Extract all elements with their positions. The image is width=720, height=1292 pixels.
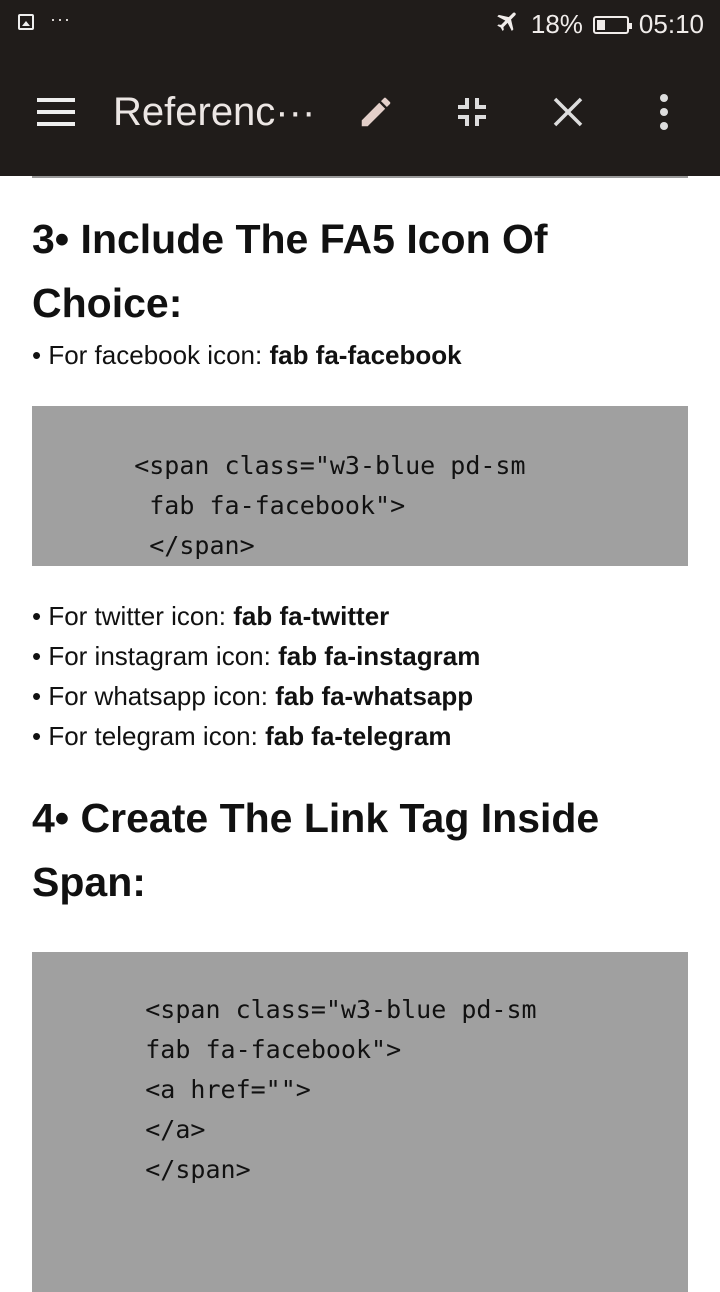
code-line: </a> — [70, 1115, 206, 1144]
airplane-mode-icon — [495, 8, 521, 41]
code-line: fab fa-facebook"> — [74, 491, 406, 520]
bullet-label: • For whatsapp icon: — [32, 681, 276, 711]
section-4-heading: 4• Create The Link Tag Inside Span: — [32, 786, 688, 914]
image-notification-icon — [18, 14, 34, 30]
clock: 05:10 — [638, 9, 704, 39]
battery-icon — [592, 15, 632, 34]
code-block: <span class="w3-blue pd-sm fab fa-facebo… — [32, 952, 688, 1292]
toolbar-title[interactable]: Referenc··· — [113, 48, 323, 176]
code-line: <span class="w3-blue pd-sm — [74, 451, 526, 480]
status-bar: ··· 18% 05:10 — [0, 0, 720, 48]
list-item-telegram: • For telegram icon: fab fa-telegram — [32, 716, 688, 756]
list-item-instagram: • For instagram icon: fab fa-instagram — [32, 636, 688, 676]
bullet-label: • For instagram icon: — [32, 641, 279, 671]
code-line: </span> — [70, 1155, 251, 1184]
more-notifications-indicator: ··· — [50, 9, 71, 29]
bullet-label: • For facebook icon: — [32, 340, 270, 370]
heading-line: 4• Create The Link Tag Inside — [32, 795, 600, 841]
heading-line: 3• Include The FA5 Icon Of — [32, 216, 548, 262]
edit-pencil-icon[interactable] — [352, 48, 400, 176]
bullet-label: • For telegram icon: — [32, 721, 266, 751]
exit-fullscreen-icon[interactable] — [448, 48, 496, 176]
overflow-menu-icon[interactable] — [640, 48, 688, 176]
menu-icon[interactable] — [28, 48, 84, 176]
section-3-heading: 3• Include The FA5 Icon Of Choice: — [32, 207, 688, 335]
close-icon[interactable] — [544, 48, 592, 176]
bullet-value: fab fa-whatsapp — [275, 681, 474, 711]
heading-line: Choice: — [32, 280, 183, 326]
list-item-whatsapp: • For whatsapp icon: fab fa-whatsapp — [32, 676, 688, 716]
bullet-value: fab fa-twitter — [233, 601, 390, 631]
code-block: <span class="w3-blue pd-sm fab fa-facebo… — [32, 406, 688, 566]
battery-percent: 18% — [530, 9, 583, 39]
article-content: 3• Include The FA5 Icon Of Choice: • For… — [32, 178, 688, 1292]
code-line: fab fa-facebook"> — [70, 1035, 402, 1064]
bullet-value: fab fa-instagram — [278, 641, 481, 671]
bullet-value: fab fa-telegram — [265, 721, 452, 751]
code-line: </span> — [74, 531, 255, 560]
code-line: <span class="w3-blue pd-sm — [70, 995, 537, 1024]
heading-line: Span: — [32, 859, 146, 905]
bullet-value: fab fa-facebook — [269, 340, 462, 370]
bullet-label: • For twitter icon: — [32, 601, 234, 631]
list-item-twitter: • For twitter icon: fab fa-twitter — [32, 596, 688, 636]
code-line: <a href=""> — [70, 1075, 311, 1104]
list-item-facebook: • For facebook icon: fab fa-facebook — [32, 335, 688, 375]
app-toolbar: Referenc··· — [0, 48, 720, 176]
